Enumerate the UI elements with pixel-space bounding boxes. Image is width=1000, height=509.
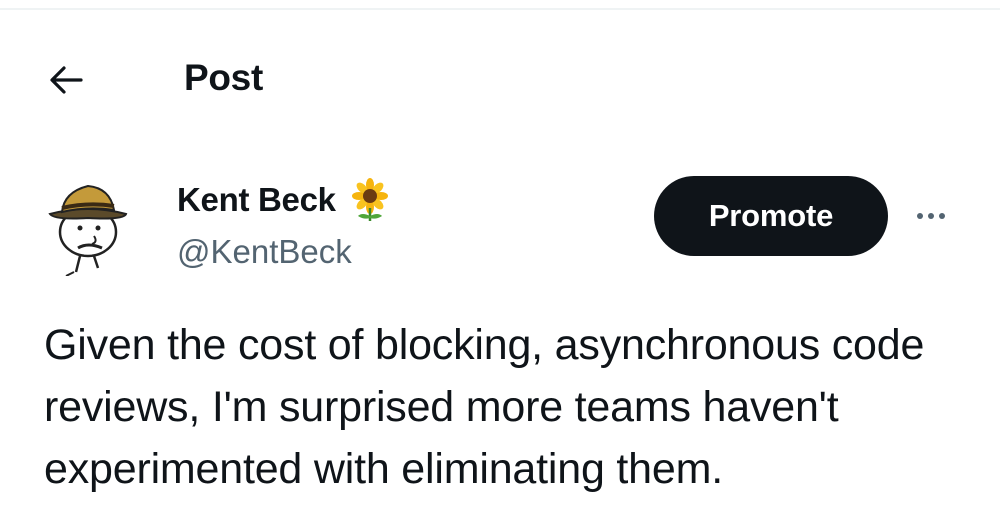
author-name-text: Kent Beck (177, 181, 336, 218)
more-horizontal-icon (917, 213, 945, 219)
avatar-image (48, 184, 128, 277)
promote-button[interactable]: Promote (654, 176, 888, 256)
top-divider (0, 8, 1000, 10)
avatar[interactable] (44, 172, 140, 277)
post-page: Post Kent Beck @KentBeck Promote Given t… (0, 0, 1000, 509)
arrow-left-icon (50, 66, 83, 94)
tweet-text: Given the cost of blocking, asynchronous… (44, 321, 925, 493)
sunflower-emoji-icon (351, 178, 388, 221)
author-handle[interactable]: @KentBeck (177, 232, 352, 272)
page-title: Post (184, 57, 263, 98)
back-button[interactable] (44, 58, 88, 102)
author-name[interactable]: Kent Beck (177, 178, 392, 221)
more-options-button[interactable] (906, 196, 956, 236)
